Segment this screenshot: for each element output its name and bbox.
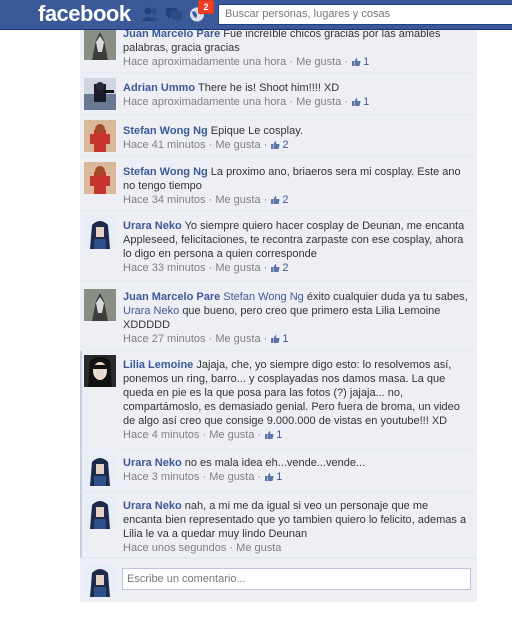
- facebook-logo[interactable]: facebook: [38, 1, 131, 27]
- comment-time: Hace 27 minutos: [123, 333, 206, 345]
- comment-item: Urara Neko Yo siempre quiero hacer cospl…: [80, 211, 477, 281]
- like-count[interactable]: 2: [270, 262, 289, 274]
- comment-time: Hace unos segundos: [123, 542, 227, 554]
- like-count[interactable]: 1: [264, 429, 282, 441]
- comment-author[interactable]: Adrian Ummo: [123, 82, 195, 94]
- mention-link[interactable]: Stefan Wong Ng: [223, 291, 304, 303]
- like-button[interactable]: Me gusta: [236, 542, 281, 554]
- comment-item: Juan Marcelo Pare Stefan Wong Ng éxito c…: [80, 281, 477, 351]
- comment-time: Hace 41 minutos: [123, 139, 206, 151]
- comment-author[interactable]: Juan Marcelo Pare: [123, 291, 220, 303]
- friend-requests-icon[interactable]: [142, 6, 160, 22]
- comment-time: Hace 34 minutos: [123, 194, 206, 206]
- like-count[interactable]: 1: [351, 96, 369, 108]
- like-button[interactable]: Me gusta: [215, 333, 260, 345]
- comment-item: Adrian Ummo There he is! Shoot him!!!! X…: [80, 73, 477, 115]
- avatar-juan-marcelo-pare[interactable]: [84, 30, 116, 60]
- avatar-lilia-lemoine[interactable]: [84, 355, 116, 387]
- comment-text: éxito cualquier duda ya tu sabes,: [306, 291, 468, 303]
- like-count[interactable]: 2: [270, 194, 289, 206]
- like-thumb-icon: [271, 196, 280, 204]
- like-button[interactable]: Me gusta: [209, 471, 254, 483]
- comment-text: Epique Le cosplay.: [210, 125, 303, 137]
- notification-count-badge: 2: [198, 0, 214, 14]
- like-button[interactable]: Me gusta: [209, 429, 254, 441]
- like-button[interactable]: Me gusta: [296, 96, 341, 108]
- comment-item: Urara Neko nah, a mi me da igual si veo …: [80, 492, 477, 558]
- comments-feed: Juan Marcelo Pare Fue increíble chicos g…: [80, 30, 477, 602]
- comment-time: Hace 33 minutos: [123, 262, 206, 274]
- comment-item: Stefan Wong Ng Epique Le cosplay. Hace 4…: [80, 115, 477, 156]
- comment-author[interactable]: Stefan Wong Ng: [123, 166, 208, 178]
- avatar-urara-neko[interactable]: [84, 454, 116, 486]
- like-thumb-icon: [265, 473, 274, 481]
- comment-input[interactable]: Escribe un comentario...: [122, 568, 471, 590]
- like-count[interactable]: 2: [270, 139, 289, 151]
- comment-time: Hace aproximadamente una hora: [123, 56, 287, 68]
- avatar-juan-marcelo-pare[interactable]: [84, 289, 116, 321]
- like-count[interactable]: 1: [270, 333, 289, 345]
- like-thumb-icon: [271, 335, 280, 343]
- mention-link[interactable]: Urara Neko: [123, 305, 179, 317]
- search-input[interactable]: Buscar personas, lugares y cosas: [218, 4, 512, 25]
- comment-item: Urara Neko no es mala idea eh...vende...…: [80, 450, 477, 492]
- comment-author[interactable]: Urara Neko: [123, 457, 182, 469]
- like-button[interactable]: Me gusta: [296, 56, 341, 68]
- comment-time: Hace 4 minutos: [123, 429, 200, 441]
- avatar-urara-neko[interactable]: [84, 217, 116, 249]
- like-count[interactable]: 1: [264, 471, 282, 483]
- comment-item: Lilia Lemoine Jajaja, che, yo siempre di…: [80, 351, 477, 450]
- like-button[interactable]: Me gusta: [215, 262, 260, 274]
- comment-item: Stefan Wong Ng La proximo ano, briaeros …: [80, 156, 477, 211]
- comment-author[interactable]: Juan Marcelo Pare: [123, 30, 220, 40]
- comment-time: Hace aproximadamente una hora: [123, 96, 287, 108]
- like-button[interactable]: Me gusta: [215, 139, 260, 151]
- comment-author[interactable]: Lilia Lemoine: [123, 359, 193, 371]
- like-thumb-icon: [271, 141, 280, 149]
- comment-author[interactable]: Stefan Wong Ng: [123, 125, 208, 137]
- like-thumb-icon: [352, 58, 361, 66]
- avatar-stefan-wong-ng[interactable]: [84, 120, 116, 152]
- comment-text: There he is! Shoot him!!!! XD: [197, 82, 340, 94]
- like-count[interactable]: 1: [351, 56, 369, 68]
- messages-icon[interactable]: [165, 6, 183, 22]
- avatar-urara-neko[interactable]: [84, 497, 116, 529]
- avatar-stefan-wong-ng[interactable]: [84, 162, 116, 194]
- like-thumb-icon: [271, 264, 280, 272]
- like-button[interactable]: Me gusta: [215, 194, 260, 206]
- comment-composer: Escribe un comentario...: [80, 558, 477, 602]
- like-thumb-icon: [352, 98, 361, 106]
- like-thumb-icon: [265, 431, 274, 439]
- avatar-current-user: [84, 565, 116, 597]
- comment-author[interactable]: Urara Neko: [123, 500, 182, 512]
- comment-item: Juan Marcelo Pare Fue increíble chicos g…: [80, 30, 477, 73]
- comment-time: Hace 3 minutos: [123, 471, 200, 483]
- comment-author[interactable]: Urara Neko: [123, 220, 182, 232]
- avatar-adrian-ummo[interactable]: [84, 78, 116, 110]
- comment-text: no es mala idea eh...vende...vende...: [184, 457, 366, 469]
- top-bar: facebook 2 Buscar personas, lugares y co…: [0, 0, 512, 30]
